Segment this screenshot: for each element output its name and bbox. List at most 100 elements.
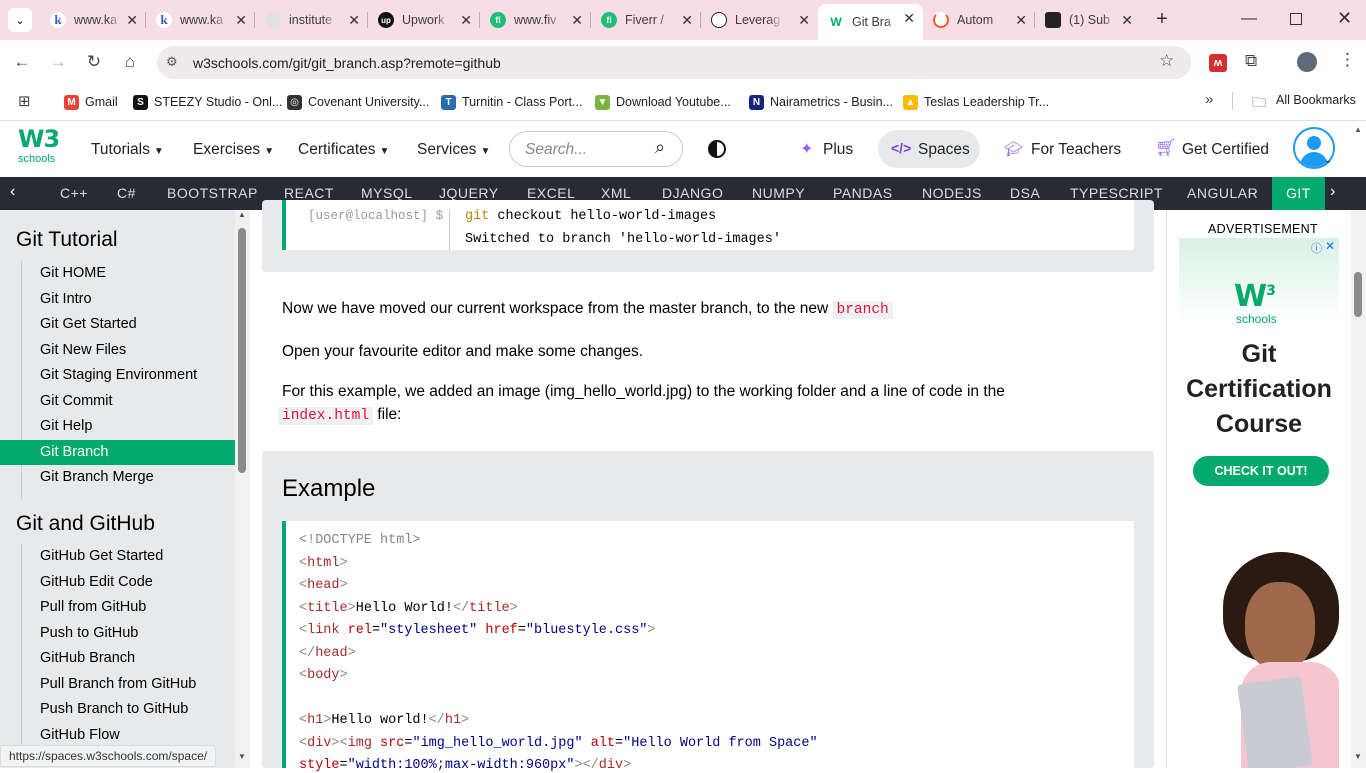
minimize-icon[interactable]: — [1241,10,1257,28]
more-bookmarks-icon[interactable]: » [1205,91,1213,108]
topnav-item-pandas[interactable]: PANDAS [833,185,893,201]
ad-person-image[interactable] [1179,540,1339,768]
url-text[interactable]: w3schools.com/git/git_branch.asp?remote=… [193,55,501,71]
tab-close-icon[interactable]: ✕ [1015,12,1027,29]
bookmark-item[interactable]: ◎ Covenant University... [287,92,429,112]
search-input[interactable]: Search... [525,141,587,159]
tab-close-icon[interactable]: ✕ [235,12,247,29]
bookmark-item[interactable]: ▲ Teslas Leadership Tr... [903,92,1049,112]
sidebar-item[interactable]: GitHub Get Started [0,544,235,569]
extensions-puzzle-icon[interactable]: ⧉ [1245,51,1257,71]
browser-tab[interactable]: institute ✕ [255,6,368,34]
nav-left-arrow-icon[interactable]: ‹ [10,183,15,201]
sidebar-item[interactable]: Git Staging Environment [0,363,235,388]
browser-tab[interactable]: fi www.fiv ✕ [480,6,591,34]
menu-services[interactable]: Services ▼ [417,141,490,159]
topnav-item-numpy[interactable]: NUMPY [752,185,805,201]
browser-tab[interactable]: up Upwork ✕ [368,6,480,34]
tab-close-icon[interactable]: ✕ [571,12,583,29]
back-icon[interactable]: ← [10,50,34,74]
page-scroll-down-icon[interactable]: ▼ [1354,752,1362,761]
ad-info-icon[interactable]: ⓘ [1311,240,1322,256]
tab-close-icon[interactable]: ✕ [798,12,810,29]
page-scroll-up-icon[interactable]: ▲ [1354,125,1362,134]
topnav-item-mysql[interactable]: MYSQL [361,185,413,201]
topnav-item-cpp[interactable]: C++ [60,185,88,201]
tab-close-icon[interactable]: ✕ [903,10,915,27]
forward-icon[interactable]: → [46,50,70,74]
sidebar-item[interactable]: GitHub Flow [0,723,235,748]
sidebar-item[interactable]: GitHub Edit Code [0,570,235,595]
topnav-item-bootstrap[interactable]: BOOTSTRAP [167,185,258,201]
sidebar-item[interactable]: Git Help [0,414,235,439]
home-icon[interactable]: ⌂ [118,50,142,74]
sidebar-item[interactable]: Pull Branch from GitHub [0,672,235,697]
tab-close-icon[interactable]: ✕ [1121,12,1133,29]
new-tab-icon[interactable]: + [1151,8,1173,30]
sidebar-scrollbar[interactable] [235,210,250,768]
w3schools-logo[interactable]: W3 schools [18,127,60,169]
dark-mode-toggle-icon[interactable] [708,140,726,158]
ad-close-icon[interactable]: ✕ [1325,239,1335,253]
apps-grid-icon[interactable]: ⊞ [18,92,31,110]
sidebar-scroll-up-icon[interactable]: ▲ [238,210,246,219]
browser-tab[interactable]: (1) Sub ✕ [1035,6,1141,34]
nav-right-arrow-icon[interactable]: › [1330,183,1335,201]
bookmark-item[interactable]: N Nairametrics - Busin... [749,92,893,112]
tab-close-icon[interactable]: ✕ [460,12,472,29]
sidebar-item[interactable]: Git Get Started [0,312,235,337]
topnav-item-nodejs[interactable]: NODEJS [922,185,982,201]
sidebar-item[interactable]: Git Intro [0,287,235,312]
sidebar-item[interactable]: Git Branch Merge [0,465,235,490]
for-teachers-link[interactable]: For Teachers [1031,141,1121,159]
tab-search-dropdown-icon[interactable]: ⌄ [8,8,32,32]
topnav-item-react[interactable]: REACT [284,185,334,201]
menu-tutorials[interactable]: Tutorials ▼ [91,141,164,159]
close-window-icon[interactable]: ✕ [1337,8,1352,29]
topnav-item-excel[interactable]: EXCEL [527,185,575,201]
menu-certificates[interactable]: Certificates ▼ [298,141,389,159]
plus-link[interactable]: Plus [823,141,853,159]
bookmark-item[interactable]: ▼ Download Youtube... [595,92,731,112]
tab-close-icon[interactable]: ✕ [348,12,360,29]
sidebar-item[interactable]: GitHub Branch [0,646,235,671]
main-scroll-thumb[interactable] [1354,272,1362,317]
profile-avatar[interactable] [1297,52,1317,72]
browser-menu-icon[interactable]: ⋮ [1339,50,1356,70]
browser-tab[interactable]: fi Fiverr / ✕ [591,6,701,34]
topnav-item-django[interactable]: DJANGO [662,185,723,201]
get-certified-link[interactable]: Get Certified [1182,141,1269,159]
all-bookmarks-link[interactable]: All Bookmarks [1276,93,1356,107]
browser-tab[interactable]: Leverag ✕ [701,6,818,34]
restore-window-icon[interactable] [1290,13,1302,25]
topnav-item-xml[interactable]: XML [601,185,631,201]
topnav-item-angular[interactable]: ANGULAR [1187,185,1258,201]
menu-exercises[interactable]: Exercises ▼ [193,141,274,159]
sidebar-item[interactable]: Git Branch [0,439,235,465]
browser-tab[interactable]: k www.ka ✕ [40,6,146,34]
topnav-item-cp[interactable]: C# [117,185,136,201]
search-icon[interactable]: ⌕ [655,137,665,158]
sidebar-scroll-thumb[interactable] [238,228,246,473]
bookmark-item[interactable]: S STEEZY Studio - Onl... [133,92,282,112]
check-it-out-button[interactable]: CHECK IT OUT! [1193,456,1329,486]
sidebar-scroll-down-icon[interactable]: ▼ [238,752,246,761]
sidebar-item[interactable]: Push Branch to GitHub [0,697,235,722]
topnav-item-dsa[interactable]: DSA [1010,185,1040,201]
sidebar-item[interactable]: Git Commit [0,389,235,414]
sidebar-item[interactable]: Push to GitHub [0,621,235,646]
sidebar-item[interactable]: Pull from GitHub [0,595,235,620]
tab-close-icon[interactable]: ✕ [681,12,693,29]
browser-tab[interactable]: Autom ✕ [923,6,1035,34]
browser-tab[interactable]: W Git Bra ✕ [818,4,923,40]
topnav-item-typescript[interactable]: TYPESCRIPT [1070,185,1163,201]
main-scrollbar[interactable] [1351,210,1366,768]
sidebar-item[interactable]: Git HOME [0,261,235,286]
bookmark-item[interactable]: T Turnitin - Class Port... [441,92,582,112]
browser-tab[interactable]: k www.ka ✕ [146,6,255,34]
topnav-item-jquery[interactable]: JQUERY [439,185,499,201]
bookmark-star-icon[interactable]: ☆ [1159,51,1174,71]
sidebar-item[interactable]: Git New Files [0,338,235,363]
chevron-down-icon[interactable]: ⌄ [1324,155,1332,166]
reload-icon[interactable]: ↻ [82,50,106,74]
